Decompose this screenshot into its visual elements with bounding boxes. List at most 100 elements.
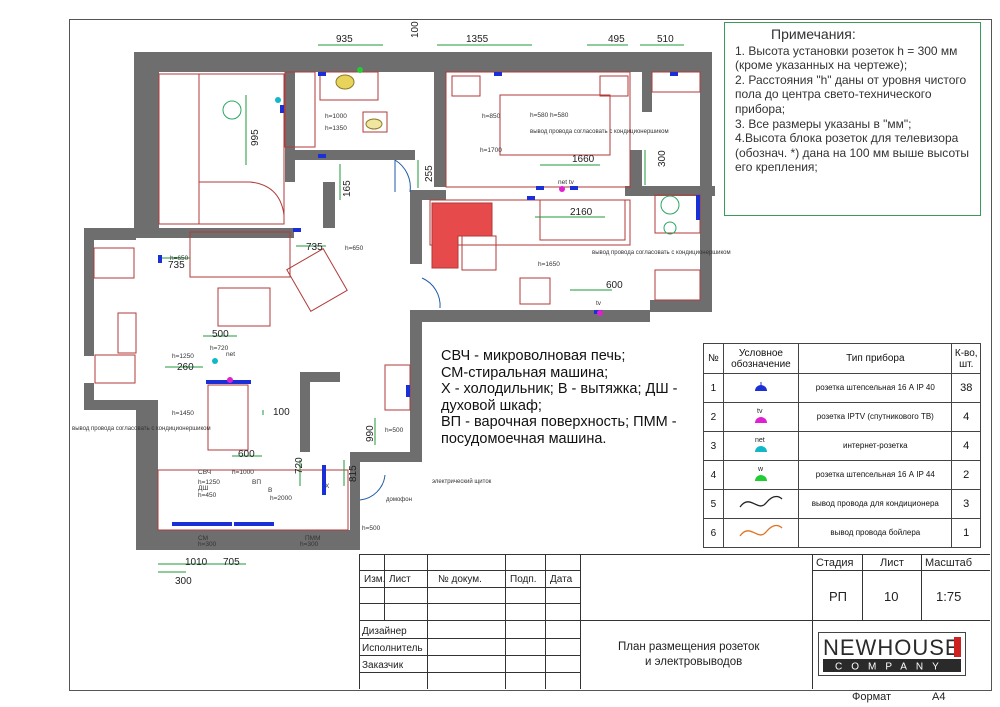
stage-label: Стадия (816, 557, 854, 569)
row-type: розетка штепсельная 16 А IP 40 (798, 373, 953, 403)
wall (136, 530, 356, 550)
height-label: h=1250 (172, 353, 194, 360)
row-num: 4 (703, 460, 724, 490)
dim-600c: 600 (238, 449, 255, 460)
symbol-tag: tv (757, 408, 763, 415)
socket-icon (172, 522, 232, 526)
logo-top-text: NEWHOUSE (823, 635, 961, 660)
rev-header: Изм. (364, 574, 386, 585)
tag-vp: ВП (252, 479, 261, 486)
notes-title: Примечания: (771, 26, 856, 42)
table-row: 6 вывод провода бойлера 1 (703, 518, 981, 548)
format-label: Формат (852, 691, 892, 703)
wall (650, 300, 712, 312)
socket-icon (158, 255, 162, 263)
wall (84, 228, 94, 356)
company-logo: NEWHOUSE COMPANY (818, 632, 966, 676)
rev-header: Лист (389, 574, 411, 585)
row-count: 4 (951, 431, 981, 461)
row-num: 1 (703, 373, 724, 403)
height-label: h=850 (482, 113, 501, 120)
height-label: h=450 (198, 492, 217, 499)
table-row: 4 w розетка штепсельная 16 А IP 44 2 (703, 460, 981, 490)
tag-pmm: ПММ (305, 535, 321, 542)
wall (410, 196, 422, 264)
abbr-line: посудомоечная машина. (441, 430, 607, 447)
ac-note: вывод провода согласовать с кондиционерш… (592, 250, 731, 256)
rev-header: № докум. (438, 574, 482, 585)
wall (136, 400, 158, 550)
dim-2160: 2160 (570, 207, 593, 218)
height-label: h=300 (300, 541, 319, 548)
socket-icon (322, 465, 326, 495)
wall (134, 52, 159, 228)
dimension-lines (158, 44, 684, 573)
socket-icon (536, 186, 544, 190)
tag-sm: СМ (198, 535, 208, 542)
row-count: 2 (951, 460, 981, 490)
sanitary (335, 74, 383, 130)
doors (359, 159, 441, 501)
dim-300b: 300 (175, 576, 192, 587)
drawing-title: План размещения розеток (618, 641, 760, 653)
height-label: h=1650 (538, 261, 560, 268)
row-type: розетка IPTV (спутникового ТВ) (798, 402, 953, 432)
dim-815: 815 (348, 465, 359, 482)
socket-icon (570, 186, 578, 190)
role-executor: Исполнитель (362, 643, 423, 654)
height-label: h=580 h=580 (530, 112, 569, 119)
dim-255: 255 (424, 165, 435, 182)
row-count: 1 (951, 518, 981, 548)
dim-300: 300 (657, 150, 668, 167)
socket-tv-icon: tv (722, 402, 800, 432)
role-customer: Заказчик (362, 660, 404, 671)
row-num: 5 (703, 489, 724, 519)
note-line: 1. Высота установки розеток h = 300 мм (… (735, 43, 958, 73)
col-count: К-во, шт. (951, 343, 981, 374)
door-arc (394, 159, 411, 193)
spec-table: № Условное обозначение Тип прибора К-во,… (703, 343, 981, 548)
height-label: h=500 (385, 427, 404, 434)
sheet-label: Лист (880, 557, 904, 569)
wall (700, 52, 712, 310)
dim-720: 720 (294, 457, 305, 474)
dim-995: 995 (250, 129, 261, 146)
table-row: 2 tv розетка IPTV (спутникового ТВ) 4 (703, 402, 981, 432)
tag-dsh: ДШ (198, 485, 208, 492)
note-line: 4.Высота блока розеток для телевизора (о… (735, 131, 969, 175)
wall (300, 372, 310, 452)
socket-icon (670, 72, 678, 76)
socket-icon (318, 72, 326, 76)
socket-icon (494, 72, 502, 76)
dim-500: 500 (212, 329, 229, 340)
scale-value: 1:75 (936, 589, 962, 604)
row-count: 4 (951, 402, 981, 432)
logo-accent (954, 637, 961, 657)
symbol-tag: w (757, 466, 764, 473)
wall (350, 452, 422, 462)
dim-100c: 100 (273, 407, 290, 418)
ac-note: вывод провода согласовать с кондиционерш… (530, 129, 669, 135)
height-label: h=2000 (270, 495, 292, 502)
intercom-note: домофон (386, 497, 412, 503)
height-label: h=1450 (172, 410, 194, 417)
tag-net: net (226, 351, 235, 358)
socket-icon (318, 154, 326, 158)
wall (642, 52, 652, 112)
row-type: вывод провода для кондиционера (798, 489, 953, 519)
abbreviation-legend: СВЧ - микроволновая печь; СМ-стиральная … (441, 348, 703, 448)
row-count: 38 (951, 373, 981, 403)
socket-icon (696, 195, 700, 220)
tag-tv: tv (596, 300, 602, 307)
shield-note: электрический щиток (432, 478, 492, 485)
door-arc (421, 277, 441, 309)
height-label: h=650 (170, 255, 189, 262)
wall (410, 310, 650, 322)
note-line: 2. Расстояния "h" даны от уровня чистого… (735, 72, 967, 116)
notes-box: Примечания: 1. Высота установки розеток … (724, 22, 981, 216)
dim-510: 510 (657, 34, 674, 45)
socket-icon (406, 385, 410, 397)
height-label: h=1000 (325, 113, 347, 120)
dim-260: 260 (177, 362, 194, 373)
row-type: розетка штепсельная 16 А IP 44 (798, 460, 953, 490)
